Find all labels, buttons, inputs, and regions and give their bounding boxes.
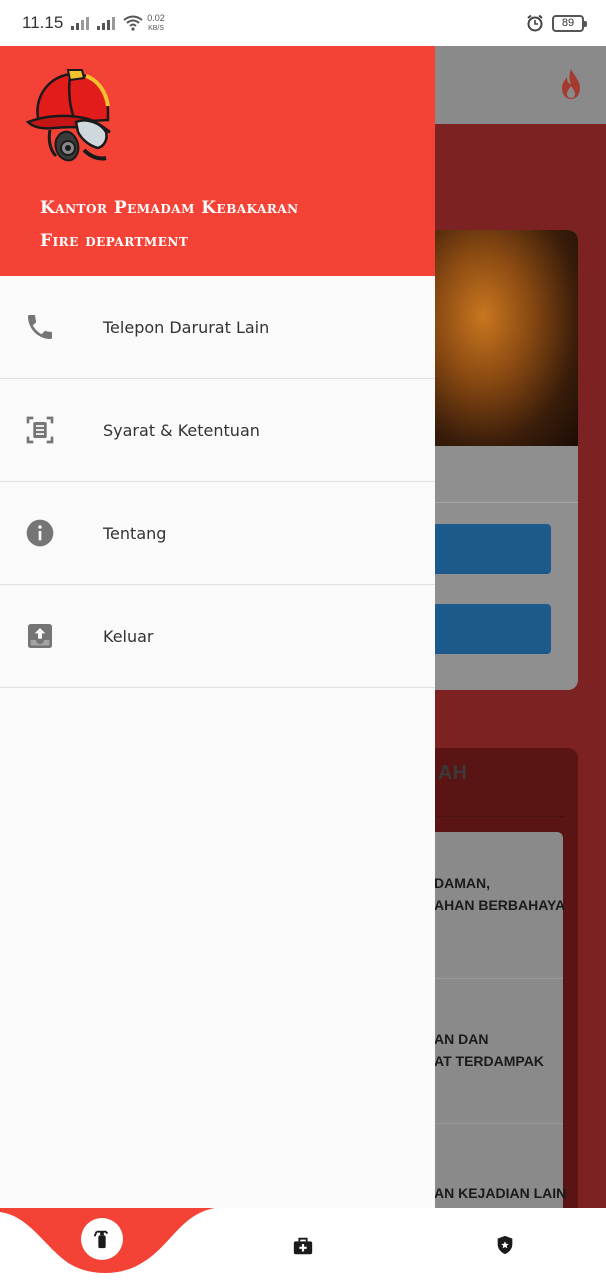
medical-kit-icon[interactable] — [292, 1235, 314, 1257]
signal-icon-2 — [97, 16, 116, 30]
menu-item-label: Syarat & Ketentuan — [103, 420, 260, 440]
nav-item-fire[interactable] — [81, 1218, 123, 1260]
divider — [420, 978, 563, 979]
signal-icon — [71, 16, 90, 30]
divider — [420, 1123, 563, 1124]
alarm-icon — [527, 14, 543, 32]
menu-item-terms[interactable]: Syarat & Ketentuan — [0, 379, 435, 482]
divider — [430, 502, 578, 503]
firefighter-helmet-logo — [25, 69, 111, 162]
fire-extinguisher-icon — [93, 1230, 109, 1249]
navigation-drawer: Kantor Pemadam Kebakaran Fire department… — [0, 46, 435, 1208]
flame-icon — [562, 69, 580, 99]
logout-tray-icon — [28, 624, 52, 648]
list-item-line: AN DAN — [434, 1031, 489, 1047]
list-item-line: AN KEJADIAN LAIN — [434, 1185, 567, 1201]
menu-item-logout[interactable]: Keluar — [0, 585, 435, 688]
list-item-line: AHAN BERBAHAYA — [434, 897, 566, 913]
info-icon — [26, 519, 54, 547]
divider — [430, 816, 564, 817]
phone-icon — [28, 315, 52, 339]
status-time: 11.15 — [22, 13, 64, 32]
info-card-title: AH — [438, 762, 467, 784]
menu-item-label: Tentang — [103, 523, 167, 543]
drawer-title-line1: Kantor Pemadam Kebakaran — [40, 198, 299, 218]
drawer-title: Kantor Pemadam Kebakaran Fire department — [40, 192, 299, 258]
action-button-2[interactable] — [420, 604, 551, 654]
menu-item-label: Telepon Darurat Lain — [103, 317, 270, 337]
document-scan-icon — [26, 416, 54, 444]
list-item[interactable]: AN DAN AT TERDAMPAK — [434, 1028, 544, 1072]
list-item-line: DAMAN, — [434, 875, 490, 891]
shield-icon[interactable] — [494, 1234, 516, 1256]
fire-image — [420, 230, 578, 446]
battery-icon: 89 — [552, 14, 587, 32]
status-bar: 11.15 0.02 KB/S 89 — [0, 0, 606, 46]
net-speed-unit: KB/S — [148, 24, 165, 32]
net-speed: 0.02 KB/S — [147, 12, 165, 33]
menu-item-about[interactable]: Tentang — [0, 482, 435, 585]
drawer-title-line2: Fire department — [40, 231, 189, 251]
net-speed-value: 0.02 — [147, 12, 165, 23]
wifi-icon — [123, 15, 143, 31]
menu-item-label: Keluar — [103, 626, 154, 646]
action-button-1[interactable] — [420, 524, 551, 574]
hero-card — [420, 230, 578, 690]
info-card: AH DAMAN, AHAN BERBAHAYA AN DAN AT TERDA… — [420, 748, 578, 1280]
bottom-navigation — [0, 1208, 606, 1280]
list-item-line: AT TERDAMPAK — [434, 1053, 544, 1069]
list-item[interactable]: DAMAN, AHAN BERBAHAYA — [434, 872, 565, 916]
menu-item-emergency-phone[interactable]: Telepon Darurat Lain — [0, 276, 435, 379]
list-item[interactable]: AN KEJADIAN LAIN — [434, 1182, 566, 1204]
drawer-header: Kantor Pemadam Kebakaran Fire department — [0, 46, 435, 276]
drawer-menu: Telepon Darurat Lain Syarat & Ketentuan … — [0, 276, 435, 688]
